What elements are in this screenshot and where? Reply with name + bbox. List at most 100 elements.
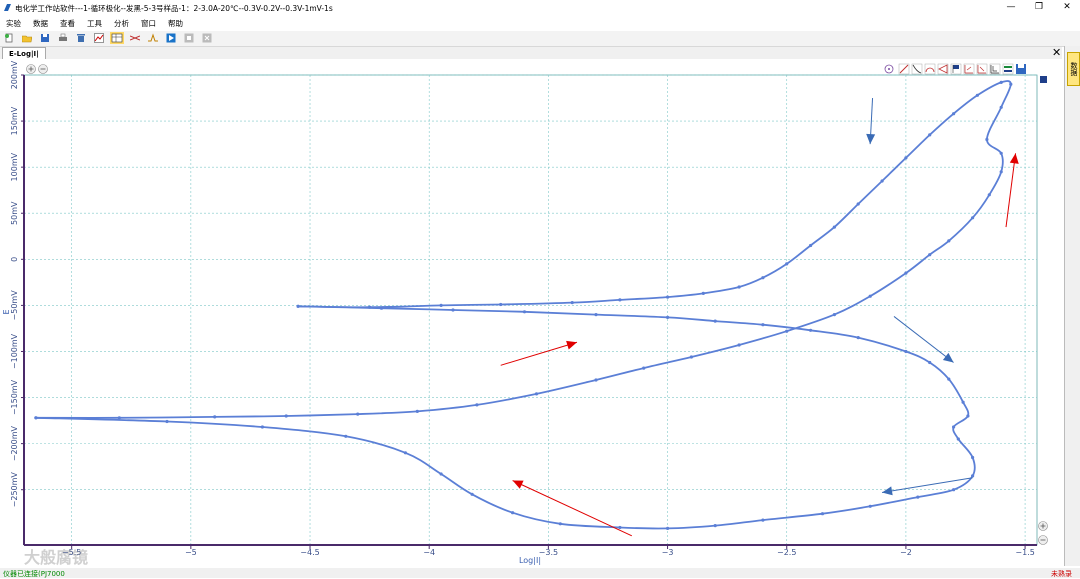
series-point xyxy=(570,301,574,305)
x-tick-label: −4 xyxy=(423,548,435,557)
series-point xyxy=(904,271,908,275)
series-point xyxy=(809,243,813,248)
legend-tool-icon[interactable] xyxy=(1002,63,1014,75)
y-tick-label: 50mV xyxy=(10,201,19,225)
y-tick-label: 200mV xyxy=(10,60,19,89)
series-point xyxy=(856,202,860,206)
marker-tool-icon[interactable] xyxy=(937,63,949,75)
axis-scale-tool-icon[interactable] xyxy=(989,63,1001,75)
series-point xyxy=(451,308,455,312)
series-point xyxy=(856,336,860,340)
axis-x-tool-icon[interactable] xyxy=(963,63,975,75)
series-point xyxy=(165,419,169,424)
series-point xyxy=(558,522,562,526)
series-point xyxy=(618,525,622,530)
series-point xyxy=(947,377,951,381)
series-point xyxy=(904,156,908,160)
series-point xyxy=(966,414,970,418)
y-axis-title: E xyxy=(2,309,11,314)
series-point xyxy=(868,504,872,508)
series-point xyxy=(439,472,443,476)
chart-save-icon[interactable] xyxy=(1016,64,1026,74)
series-point xyxy=(642,366,646,370)
y-tick-label: 100mV xyxy=(10,152,19,181)
series-point xyxy=(832,225,837,229)
series-point xyxy=(761,276,765,280)
series-point xyxy=(117,416,121,420)
series-point xyxy=(999,170,1003,174)
series-point xyxy=(904,349,908,354)
series-point xyxy=(284,414,288,418)
series-point xyxy=(928,133,932,137)
series-point xyxy=(594,313,598,317)
flag-tool-icon[interactable] xyxy=(950,63,962,75)
x-tick-label: −2 xyxy=(900,548,912,557)
y-tick-label: 0 xyxy=(10,257,19,262)
y-tick-label: −50mV xyxy=(10,290,19,321)
series-point xyxy=(785,329,789,333)
series-point xyxy=(713,319,717,323)
curve-tool-icon[interactable] xyxy=(911,63,923,75)
series-point xyxy=(522,310,527,314)
series-point xyxy=(296,304,300,308)
series-point xyxy=(809,328,813,332)
zoom-in-button-bottom[interactable] xyxy=(1038,521,1048,531)
series-point xyxy=(439,303,443,307)
series-point xyxy=(737,285,741,289)
series-point xyxy=(689,355,694,359)
chart-toolbar xyxy=(884,63,1026,75)
side-panel-data-tab[interactable]: 数据 xyxy=(1067,52,1080,86)
series-point xyxy=(947,239,951,243)
zoom-out-button[interactable] xyxy=(38,64,48,74)
series-point xyxy=(999,105,1003,109)
zoom-in-button[interactable] xyxy=(26,64,36,74)
x-tick-label: −5 xyxy=(185,548,197,557)
x-tick-label: −3.5 xyxy=(539,548,558,557)
chart-canvas: −5.5 −5 −4.5 −4 −3.5 −3 −2.5 −2 −1.5200mV150mV10… xyxy=(0,59,1063,567)
series-point xyxy=(952,488,956,492)
side-panel: 数据 xyxy=(1064,46,1080,566)
series-point xyxy=(832,313,837,317)
series-point xyxy=(820,512,825,516)
x-tick-label: −1.5 xyxy=(1015,548,1034,557)
series-point xyxy=(761,518,765,522)
series-point xyxy=(868,294,872,298)
series-point xyxy=(666,526,670,531)
series-point xyxy=(666,315,670,319)
series-point xyxy=(344,434,348,438)
series-point xyxy=(971,474,975,478)
series-point xyxy=(928,253,932,257)
series-point xyxy=(952,112,956,116)
series-point xyxy=(213,415,217,419)
line-tool-icon[interactable] xyxy=(898,63,910,75)
y-tick-label: −200mV xyxy=(10,425,19,461)
x-tick-label: −2.5 xyxy=(777,548,796,557)
series-point xyxy=(666,295,670,299)
y-tick-label: 150mV xyxy=(10,106,19,135)
y-tick-label: −100mV xyxy=(10,333,19,369)
circle-tool-icon[interactable] xyxy=(924,63,936,75)
series-point xyxy=(785,262,789,266)
y-tick-label: −150mV xyxy=(10,379,19,415)
series-color-swatch[interactable] xyxy=(1040,76,1047,83)
axis-y-tool-icon[interactable] xyxy=(976,63,988,75)
series-point xyxy=(701,291,705,295)
series-point xyxy=(713,524,717,528)
series-point xyxy=(260,425,264,429)
series-point xyxy=(999,151,1003,155)
series-point xyxy=(475,403,479,407)
series-point xyxy=(987,193,991,197)
series-point xyxy=(415,409,419,413)
x-axis-title: Log|I| xyxy=(519,556,541,565)
series-point xyxy=(618,298,622,302)
series-point xyxy=(499,302,503,307)
y-tick-label: −250mV xyxy=(10,472,19,508)
series-point xyxy=(594,378,598,382)
series-point xyxy=(379,306,384,310)
chart-background xyxy=(0,59,1063,567)
zoom-out-button-bottom[interactable] xyxy=(1038,535,1048,545)
series-point xyxy=(999,80,1003,84)
x-tick-label: −3 xyxy=(662,548,674,557)
series-point xyxy=(916,495,920,499)
series-point xyxy=(510,511,515,515)
